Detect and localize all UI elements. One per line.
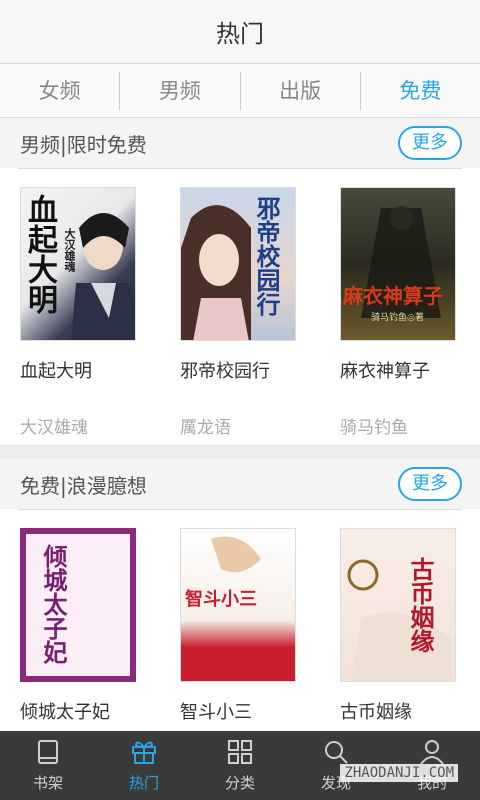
section-title: 男频|限时免费 [20, 132, 147, 157]
book-cover[interactable]: 倾城太子妃 [20, 528, 136, 682]
user-icon [420, 740, 444, 765]
cover-title: 血起大明 [22, 194, 57, 314]
section-male-free: 男频|限时免费 更多 血起大明 大汉雄魂 血起大明 大汉雄魂 邪帝校园行 邪帝校… [0, 118, 480, 445]
cover-subtitle: 骑马钓鱼◎著 [371, 313, 424, 323]
book-cover[interactable]: 智斗小三 [180, 528, 296, 682]
book-author: 大汉雄魂 [20, 418, 88, 438]
tab-published[interactable]: 出版 [239, 71, 360, 110]
nav-bookshelf[interactable]: 书架 [0, 731, 96, 800]
page-title: 热门 [216, 20, 264, 48]
book-title: 血起大明 [20, 361, 92, 382]
book-cover[interactable]: 古币姻缘 [340, 528, 456, 682]
book-cover[interactable]: 血起大明 大汉雄魂 [20, 187, 136, 341]
book-title: 邪帝校园行 [180, 361, 270, 382]
book-title: 麻衣神算子 [340, 361, 430, 382]
section-header: 男频|限时免费 更多 [0, 118, 480, 168]
section-title: 免费|浪漫臆想 [20, 473, 147, 498]
cover-title: 倾城太子妃 [39, 544, 68, 664]
book-cover[interactable]: 麻衣神算子 骑马钓鱼◎著 [340, 187, 456, 341]
book-author: 骑马钓鱼 [340, 418, 408, 438]
nav-category[interactable]: 分类 [192, 731, 288, 800]
book-title: 古币姻缘 [340, 702, 412, 723]
section-header: 免费|浪漫臆想 更多 [0, 459, 480, 509]
grid-icon [228, 740, 252, 764]
book-author: 厲龙语 [180, 418, 231, 438]
section-romance-free: 免费|浪漫臆想 更多 倾城太子妃 倾城太子妃 智斗小三 智斗小三 古币姻缘 古币… [0, 459, 480, 770]
tab-free[interactable]: 免费 [359, 71, 480, 110]
cover-title: 麻衣神算子 [343, 284, 443, 308]
gift-icon [132, 741, 156, 764]
tab-female[interactable]: 女频 [0, 72, 119, 110]
book-title: 倾城太子妃 [20, 702, 110, 723]
book-list: 血起大明 大汉雄魂 血起大明 大汉雄魂 邪帝校园行 邪帝校园行 厲龙语 麻衣神算… [0, 169, 480, 445]
nav-hot[interactable]: 热门 [96, 731, 192, 800]
tab-male[interactable]: 男频 [119, 71, 239, 110]
cover-title: 古币姻缘 [406, 557, 435, 653]
cover-subtitle: 大汉雄魂 [63, 228, 76, 272]
nav-label: 热门 [128, 774, 159, 792]
cover-title: 邪帝校园行 [252, 196, 281, 316]
category-tabs: 女频 男频 出版 免费 [0, 64, 480, 118]
watermark: ZHAODANJI.COM [340, 764, 458, 782]
book-item[interactable]: 麻衣神算子 骑马钓鱼◎著 麻衣神算子 骑马钓鱼 [320, 187, 480, 445]
title-bar: 热门 [0, 0, 480, 64]
cover-title: 智斗小三 [185, 589, 257, 610]
book-item[interactable]: 邪帝校园行 邪帝校园行 厲龙语 [160, 187, 320, 445]
book-item[interactable]: 血起大明 大汉雄魂 血起大明 大汉雄魂 [0, 187, 160, 445]
section-gap [0, 445, 480, 459]
search-icon [325, 741, 348, 764]
book-title: 智斗小三 [180, 702, 252, 723]
nav-label: 分类 [224, 774, 255, 792]
more-button[interactable]: 更多 [398, 126, 462, 160]
book-cover[interactable]: 邪帝校园行 [180, 187, 296, 341]
book-icon [38, 740, 58, 764]
nav-label: 书架 [32, 774, 63, 792]
more-button[interactable]: 更多 [398, 467, 462, 501]
